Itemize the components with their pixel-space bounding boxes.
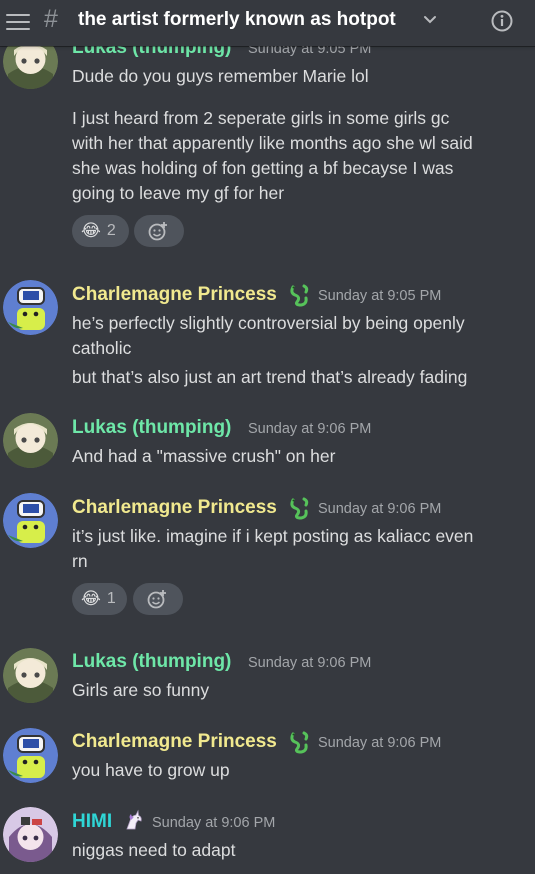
avatar-charlemagne[interactable] <box>3 493 58 548</box>
message-charlemagne-2[interactable]: Charlemagne Princess Sunday at 9:06 PM i… <box>0 485 535 620</box>
reaction-laugh[interactable]: 😂 2 <box>72 215 129 247</box>
avatar-charlemagne[interactable] <box>3 728 58 783</box>
message-timestamp: Sunday at 9:06 PM <box>318 501 442 517</box>
message-charlemagne-3[interactable]: Charlemagne Princess Sunday at 9:06 PM y… <box>0 720 535 790</box>
message-line: with her that apparently like months ago… <box>72 133 473 153</box>
message-charlemagne-1[interactable]: Charlemagne Princess Sunday at 9:05 PM h… <box>0 270 535 395</box>
info-icon[interactable] <box>490 9 514 33</box>
message-line: it’s just like. imagine if i kept postin… <box>72 526 474 546</box>
chevron-down-icon[interactable] <box>422 13 438 27</box>
hamburger-icon[interactable] <box>6 11 30 33</box>
hash-icon: # <box>44 5 58 33</box>
add-reaction-button[interactable] <box>133 583 183 615</box>
author-name[interactable]: Lukas (thumping) <box>72 417 231 439</box>
avatar-himi[interactable] <box>3 807 58 862</box>
author-name[interactable]: Charlemagne Princess <box>72 497 277 519</box>
laughing-emoji-icon: 😂 <box>81 220 101 241</box>
message-lukas-3[interactable]: Lukas (thumping) Sunday at 9:06 PM Girls… <box>0 640 535 710</box>
message-line: Girls are so funny <box>72 680 210 700</box>
author-name[interactable]: Charlemagne Princess <box>72 731 277 753</box>
avatar-charlemagne[interactable] <box>3 280 58 335</box>
message-lukas-2[interactable]: Lukas (thumping) Sunday at 9:06 PM And h… <box>0 405 535 475</box>
snake-icon <box>290 731 309 754</box>
laughing-emoji-icon: 😂 <box>81 588 101 609</box>
snake-icon <box>290 497 309 520</box>
message-line: going to leave my gf for her <box>72 183 285 203</box>
add-reaction-icon <box>148 222 167 241</box>
reaction-laugh[interactable]: 😂 1 <box>72 583 127 615</box>
message-line: you have to grow up <box>72 760 230 780</box>
message-timestamp: Sunday at 9:06 PM <box>152 815 276 831</box>
snake-icon <box>290 284 309 307</box>
message-timestamp: Sunday at 9:05 PM <box>318 288 442 304</box>
message-line: she was holding of fon getting a bf beca… <box>72 158 454 178</box>
message-line: he’s perfectly slightly controversial by… <box>72 313 465 333</box>
avatar-lukas[interactable] <box>3 648 58 703</box>
author-name[interactable]: Lukas (thumping) <box>72 651 231 673</box>
message-line: rn <box>72 551 88 571</box>
author-name[interactable]: HIMI <box>72 811 112 833</box>
message-himi-1[interactable]: HIMI Sunday at 9:06 PM niggas need to ad… <box>0 800 535 874</box>
message-timestamp: Sunday at 9:06 PM <box>248 421 372 437</box>
message-line: I just heard from 2 seperate girls in so… <box>72 108 450 128</box>
message-line: catholic <box>72 338 132 358</box>
reaction-count: 1 <box>106 590 116 607</box>
message-line: niggas need to adapt <box>72 840 236 860</box>
add-reaction-icon <box>147 590 166 609</box>
message-line: And had a "massive crush" on her <box>72 446 336 466</box>
message-timestamp: Sunday at 9:06 PM <box>318 735 442 751</box>
channel-header: # the artist formerly known as hotpot <box>0 0 535 46</box>
message-timestamp: Sunday at 9:06 PM <box>248 655 372 671</box>
channel-title[interactable]: the artist formerly known as hotpot <box>78 9 396 31</box>
message-line: Dude do you guys remember Marie lol <box>72 66 369 86</box>
message-line: but that’s also just an art trend that’s… <box>72 367 468 387</box>
reaction-count: 2 <box>106 222 116 239</box>
add-reaction-button[interactable] <box>134 215 184 247</box>
unicorn-icon <box>126 809 142 830</box>
chat-app: Lukas (thumping) Sunday at 9:05 PM Dude … <box>0 0 535 874</box>
avatar-lukas[interactable] <box>3 413 58 468</box>
author-name[interactable]: Charlemagne Princess <box>72 284 277 306</box>
